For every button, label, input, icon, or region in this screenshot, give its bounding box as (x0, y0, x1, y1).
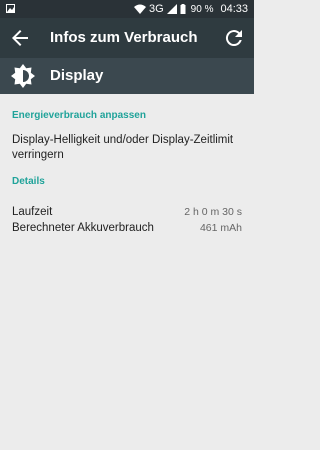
image-icon (6, 4, 15, 13)
refresh-icon[interactable] (222, 26, 246, 50)
status-right: 3G 90 % 04:33 (133, 2, 248, 16)
detail-row-battery: Berechneter Akkuverbrauch 461 mAh (12, 222, 242, 236)
battery-icon (180, 4, 186, 14)
detail-label: Laufzeit (12, 206, 53, 218)
battery-percent: 90 % (190, 3, 214, 15)
network-type: 3G (148, 3, 164, 15)
arrow-left-icon[interactable] (8, 26, 32, 50)
detail-value: 461 mAh (199, 222, 242, 234)
signal-icon (166, 4, 177, 14)
detail-label: Berechneter Akkuverbrauch (12, 222, 154, 234)
detail-value: 2 h 0 m 30 s (184, 206, 242, 218)
page-title: Infos zum Verbrauch (50, 29, 198, 46)
section-title-adjust: Energieverbrauch anpassen (12, 110, 146, 121)
status-bar: 3G 90 % 04:33 (0, 0, 254, 18)
app-bar: Infos zum Verbrauch (0, 18, 254, 58)
section-title-details: Details (12, 176, 45, 187)
detail-row-runtime: Laufzeit 2 h 0 m 30 s (12, 206, 242, 220)
header-label: Display (50, 67, 104, 84)
clock: 04:33 (220, 3, 248, 15)
brightness-icon (11, 64, 35, 88)
wifi-icon (133, 4, 146, 14)
app-header: Display (0, 58, 254, 94)
adjust-item[interactable]: Display-Helligkeit und/oder Display-Zeit… (12, 133, 244, 163)
